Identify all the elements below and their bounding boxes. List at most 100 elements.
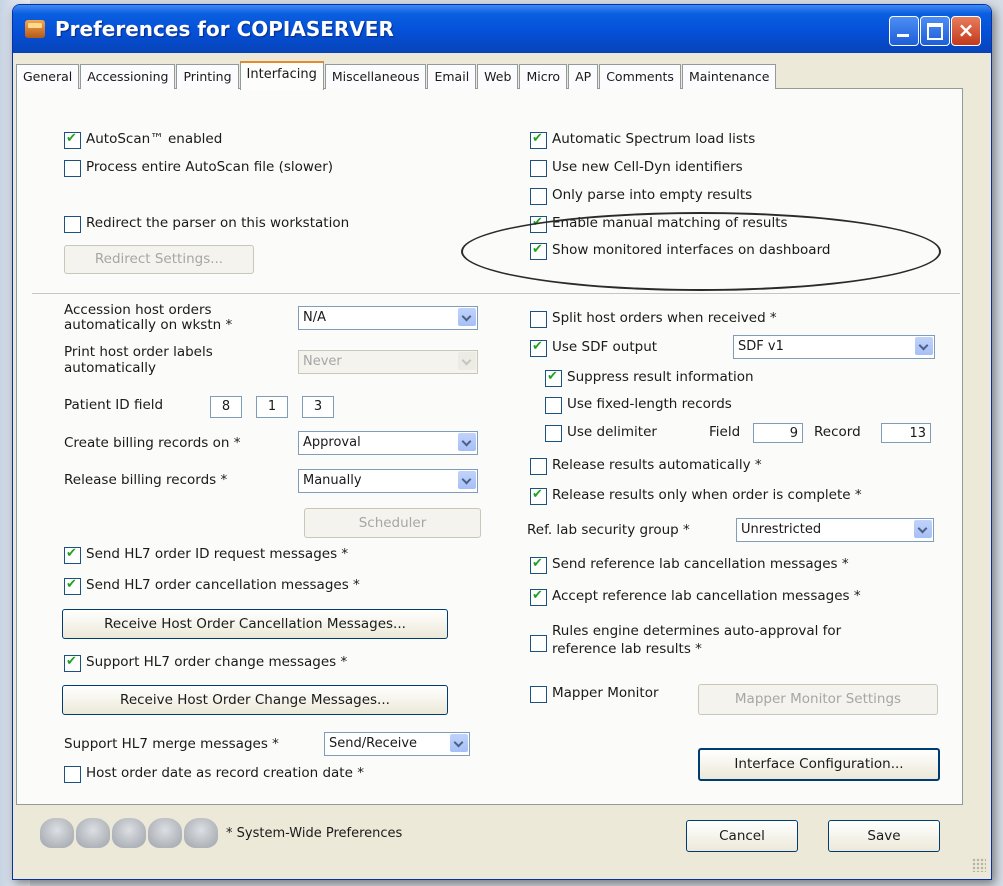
interface-configuration-button[interactable]: Interface Configuration... <box>698 748 940 781</box>
scheduler-button[interactable]: Scheduler <box>304 508 481 538</box>
release-complete-checkbox[interactable] <box>530 487 547 505</box>
cancel-button[interactable]: Cancel <box>686 820 798 852</box>
patient-id-field-1[interactable]: 8 <box>210 396 242 418</box>
autoscan-checkbox[interactable] <box>64 131 81 149</box>
host-date-checkbox[interactable] <box>64 766 81 783</box>
hl7-order-id-checkbox[interactable] <box>64 546 81 564</box>
parse-empty-checkbox[interactable] <box>530 188 547 205</box>
tab-miscellaneous[interactable]: Miscellaneous <box>324 64 427 89</box>
release-billing-label: Release billing records * <box>64 472 228 488</box>
suppress-results-label: Suppress result information <box>567 369 754 385</box>
accession-combo[interactable]: N/A <box>298 306 478 330</box>
delimiter-label: Use delimiter <box>567 424 657 440</box>
resize-grip[interactable] <box>972 858 986 872</box>
hl7-cancel-checkbox[interactable] <box>64 577 81 595</box>
patient-id-label: Patient ID field <box>64 397 164 413</box>
billing-combo[interactable]: Approval <box>298 431 478 455</box>
release-auto-label: Release results automatically * <box>552 457 762 473</box>
system-wide-note: * System-Wide Preferences <box>226 826 403 841</box>
release-billing-combo[interactable]: Manually <box>298 469 478 493</box>
security-group-value: Unrestricted <box>741 522 822 537</box>
sdf-version-value: SDF v1 <box>738 339 784 354</box>
fixed-length-label: Use fixed-length records <box>567 396 732 412</box>
suppress-results-checkbox[interactable] <box>545 369 562 387</box>
maximize-button[interactable] <box>920 16 950 46</box>
hl7-change-checkbox[interactable] <box>64 654 81 672</box>
mapper-monitor-label: Mapper Monitor <box>552 685 659 701</box>
rules-engine-label-line2: reference lab results * <box>552 641 702 657</box>
print-labels-label: Print host order labels automatically <box>64 344 213 376</box>
delimiter-checkbox[interactable] <box>545 425 562 442</box>
tab-interfacing[interactable]: Interfacing <box>239 61 324 90</box>
sdf-version-combo[interactable]: SDF v1 <box>733 335 935 359</box>
tab-accessioning[interactable]: Accessioning <box>80 64 176 89</box>
minimize-button[interactable] <box>889 16 919 46</box>
close-icon: × <box>957 18 975 42</box>
sdf-output-checkbox[interactable] <box>530 339 547 357</box>
merge-combo[interactable]: Send/Receive <box>324 732 470 756</box>
parse-empty-label: Only parse into empty results <box>552 187 753 203</box>
tab-printing[interactable]: Printing <box>176 64 239 89</box>
field-label: Field <box>709 424 741 440</box>
spectrum-label: Automatic Spectrum load lists <box>552 131 756 147</box>
tab-web[interactable]: Web <box>477 64 519 89</box>
tab-strip: General Accessioning Printing Interfacin… <box>16 61 777 90</box>
chevron-down-icon[interactable] <box>914 520 932 538</box>
patient-id-field-3[interactable]: 3 <box>302 396 334 418</box>
highlight-ellipse <box>461 212 941 291</box>
chevron-down-icon[interactable] <box>458 352 476 370</box>
chevron-down-icon[interactable] <box>450 734 468 752</box>
redirect-settings-button[interactable]: Redirect Settings... <box>64 245 254 274</box>
field-input[interactable]: 9 <box>753 423 803 443</box>
celldyn-checkbox[interactable] <box>530 160 547 177</box>
release-complete-label: Release results only when order is compl… <box>552 487 862 503</box>
record-label: Record <box>814 424 861 440</box>
security-group-combo[interactable]: Unrestricted <box>736 518 934 542</box>
send-ref-cancel-checkbox[interactable] <box>530 556 547 574</box>
print-labels-combo[interactable]: Never <box>298 350 478 374</box>
patient-id-field-2[interactable]: 1 <box>256 396 288 418</box>
accession-value: N/A <box>303 310 326 325</box>
receive-cancellation-button[interactable]: Receive Host Order Cancellation Messages… <box>62 609 448 639</box>
brand-logo <box>40 818 218 848</box>
tab-ap[interactable]: AP <box>568 64 599 89</box>
mapper-settings-button[interactable]: Mapper Monitor Settings <box>698 684 938 715</box>
fixed-length-checkbox[interactable] <box>545 397 562 414</box>
merge-value: Send/Receive <box>329 736 418 751</box>
hl7-change-label: Support HL7 order change messages * <box>86 654 348 670</box>
rules-engine-label-line1: Rules engine determines auto-approval fo… <box>552 623 842 639</box>
chevron-down-icon[interactable] <box>458 471 476 489</box>
release-auto-checkbox[interactable] <box>530 458 547 475</box>
split-orders-label: Split host orders when received * <box>552 310 777 326</box>
tab-email[interactable]: Email <box>427 64 477 89</box>
close-button[interactable]: × <box>951 16 981 46</box>
chevron-down-icon[interactable] <box>915 337 933 355</box>
record-input[interactable]: 13 <box>881 423 931 443</box>
split-orders-checkbox[interactable] <box>530 311 547 328</box>
autoscan-label: AutoScan™ enabled <box>86 131 223 147</box>
mapper-monitor-checkbox[interactable] <box>530 686 547 703</box>
chevron-down-icon[interactable] <box>458 433 476 451</box>
redirect-checkbox[interactable] <box>64 216 81 233</box>
rules-engine-checkbox[interactable] <box>530 635 547 652</box>
title-bar[interactable]: Preferences for COPIASERVER × <box>13 5 991 53</box>
spectrum-checkbox[interactable] <box>530 131 547 149</box>
merge-label: Support HL7 merge messages * <box>64 736 279 752</box>
celldyn-label: Use new Cell-Dyn identifiers <box>552 159 743 175</box>
tab-general[interactable]: General <box>16 64 80 89</box>
section-divider <box>32 293 960 294</box>
release-billing-value: Manually <box>303 473 362 488</box>
receive-change-button[interactable]: Receive Host Order Change Messages... <box>62 685 448 715</box>
billing-value: Approval <box>303 435 361 450</box>
sdf-output-label: Use SDF output <box>552 339 658 355</box>
accept-ref-cancel-checkbox[interactable] <box>530 588 547 606</box>
tab-micro[interactable]: Micro <box>519 64 568 89</box>
send-ref-cancel-label: Send reference lab cancellation messages… <box>552 556 849 572</box>
security-group-label: Ref. lab security group * <box>527 522 690 538</box>
tab-comments[interactable]: Comments <box>599 64 681 89</box>
chevron-down-icon[interactable] <box>458 308 476 326</box>
accept-ref-cancel-label: Accept reference lab cancellation messag… <box>552 588 861 604</box>
process-file-checkbox[interactable] <box>64 160 81 177</box>
tab-maintenance[interactable]: Maintenance <box>681 64 777 89</box>
save-button[interactable]: Save <box>828 820 940 852</box>
